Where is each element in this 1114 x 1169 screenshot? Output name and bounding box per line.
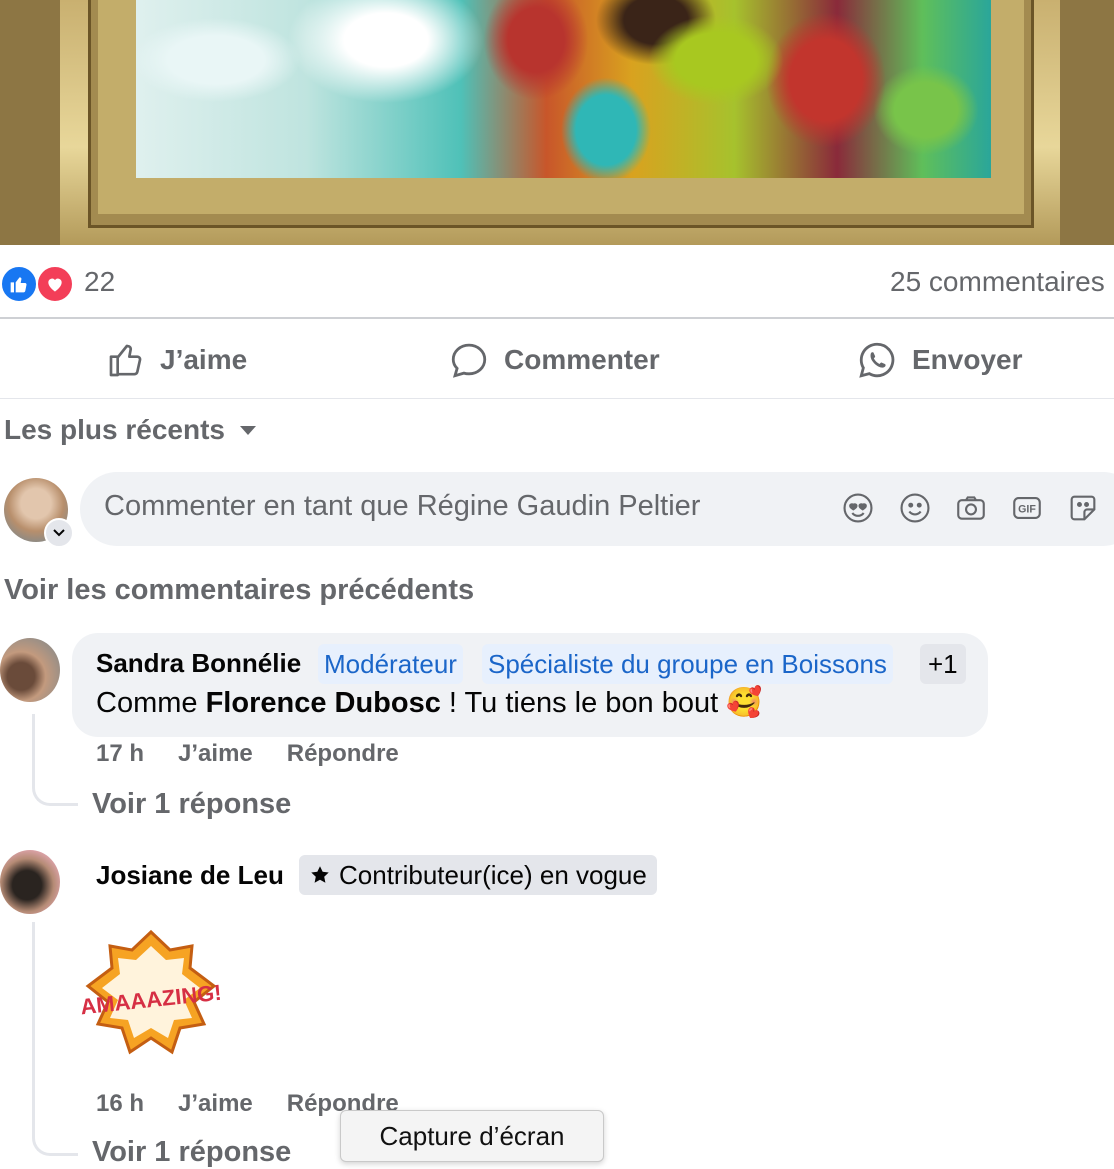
moderator-badge[interactable]: Modérateur: [318, 644, 463, 684]
comment-text-before: Comme: [96, 687, 206, 719]
whatsapp-icon: [859, 342, 895, 378]
view-replies-link[interactable]: Voir 1 réponse: [92, 1136, 291, 1169]
like-button-label: J’aime: [160, 344, 248, 375]
sort-dropdown[interactable]: Les plus récents: [4, 410, 257, 450]
divider: [0, 317, 1114, 319]
comment-bubble-icon: [451, 343, 487, 378]
comment-author[interactable]: Josiane de Leu: [96, 860, 284, 891]
thread-line: [32, 922, 78, 1156]
profile-switch-button[interactable]: [44, 518, 74, 548]
view-previous-comments-link[interactable]: Voir les commentaires précédents: [4, 574, 474, 607]
star-icon: [311, 866, 329, 883]
mention-link[interactable]: Florence Dubosc: [206, 687, 441, 719]
screenshot-tooltip: Capture d’écran: [340, 1110, 604, 1162]
comment-count[interactable]: 25 commentaires: [890, 266, 1105, 298]
thumbs-up-icon: [109, 344, 142, 377]
sticker-image[interactable]: AMAAAZING!: [79, 928, 223, 1070]
comment-text-after: ! Tu tiens le bon bout 🥰: [440, 687, 763, 719]
camera-icon[interactable]: [953, 490, 989, 526]
post-image[interactable]: [0, 0, 1114, 245]
comment-time[interactable]: 16 h: [96, 1090, 144, 1118]
gif-icon[interactable]: GIF: [1009, 490, 1045, 526]
comment-author[interactable]: Sandra Bonnélie: [96, 648, 301, 679]
specialist-badge[interactable]: Spécialiste du groupe en Boissons: [482, 644, 893, 684]
send-button-label: Envoyer: [912, 344, 1023, 375]
more-badges-button[interactable]: +1: [920, 644, 966, 684]
like-reaction-icon: [0, 265, 38, 303]
comment-input-placeholder: Commenter en tant que Régine Gaudin Pelt…: [104, 490, 701, 522]
svg-text:GIF: GIF: [1018, 504, 1036, 516]
send-button[interactable]: Envoyer: [856, 336, 1023, 384]
badge-label: Contributeur(ice) en vogue: [339, 859, 647, 890]
comment-button-label: Commenter: [504, 344, 660, 375]
comment-time[interactable]: 17 h: [96, 740, 144, 768]
caret-down-icon: [239, 426, 256, 435]
sort-label: Les plus récents: [4, 414, 225, 445]
comment-meta: 17 h J’aime Répondre: [96, 740, 399, 768]
divider: [0, 398, 1114, 399]
avatar[interactable]: [0, 638, 60, 702]
comment-like-button[interactable]: J’aime: [178, 1090, 253, 1118]
comment-like-button[interactable]: J’aime: [178, 740, 253, 768]
comment-reply-button[interactable]: Répondre: [287, 740, 399, 768]
avatar[interactable]: [0, 850, 60, 914]
comment-text: Comme Florence Dubosc ! Tu tiens le bon …: [96, 686, 762, 720]
rising-contributor-badge[interactable]: Contributeur(ice) en vogue: [299, 855, 657, 895]
view-replies-link[interactable]: Voir 1 réponse: [92, 788, 291, 821]
painting-canvas: [136, 0, 991, 178]
love-reaction-icon: [36, 265, 74, 303]
heart-eyes-face-icon[interactable]: [840, 490, 876, 526]
chevron-down-icon: [53, 529, 65, 537]
thread-line: [32, 714, 78, 806]
comment-button[interactable]: Commenter: [448, 336, 660, 384]
smiley-icon[interactable]: [897, 490, 933, 526]
sticker-icon[interactable]: [1065, 490, 1101, 526]
like-button[interactable]: J’aime: [106, 336, 247, 384]
reaction-count[interactable]: 22: [84, 266, 115, 298]
